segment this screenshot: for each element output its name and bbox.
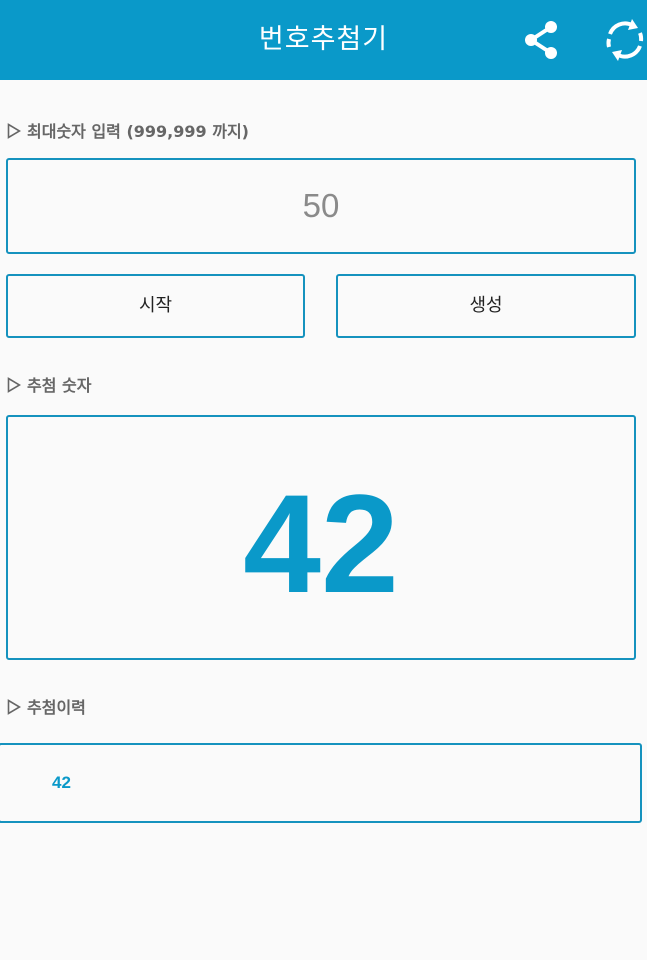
result-display: 42	[6, 415, 636, 660]
max-number-label: 최대숫자 입력 (999,999 까지)	[7, 118, 249, 142]
result-label: 추첨 숫자	[7, 372, 91, 396]
share-icon	[525, 21, 557, 59]
history-list: 42	[0, 743, 642, 823]
refresh-button[interactable]	[599, 14, 647, 66]
refresh-icon	[606, 19, 644, 61]
triangle-right-icon	[7, 377, 21, 393]
max-number-label-text: 최대숫자 입력 (999,999 까지)	[27, 122, 249, 141]
triangle-right-icon	[7, 123, 21, 139]
history-label-text: 추첨이력	[27, 698, 86, 717]
app-bar: 번호추첨기	[0, 0, 647, 80]
start-button[interactable]: 시작	[6, 274, 305, 338]
generate-button[interactable]: 생성	[336, 274, 636, 338]
result-label-text: 추첨 숫자	[27, 376, 92, 395]
share-button[interactable]	[515, 14, 567, 66]
drawn-number: 42	[243, 465, 399, 622]
history-item: 42	[52, 773, 71, 792]
history-label: 추첨이력	[7, 694, 86, 718]
triangle-right-icon	[7, 699, 21, 715]
max-number-input[interactable]: 50	[6, 158, 636, 254]
